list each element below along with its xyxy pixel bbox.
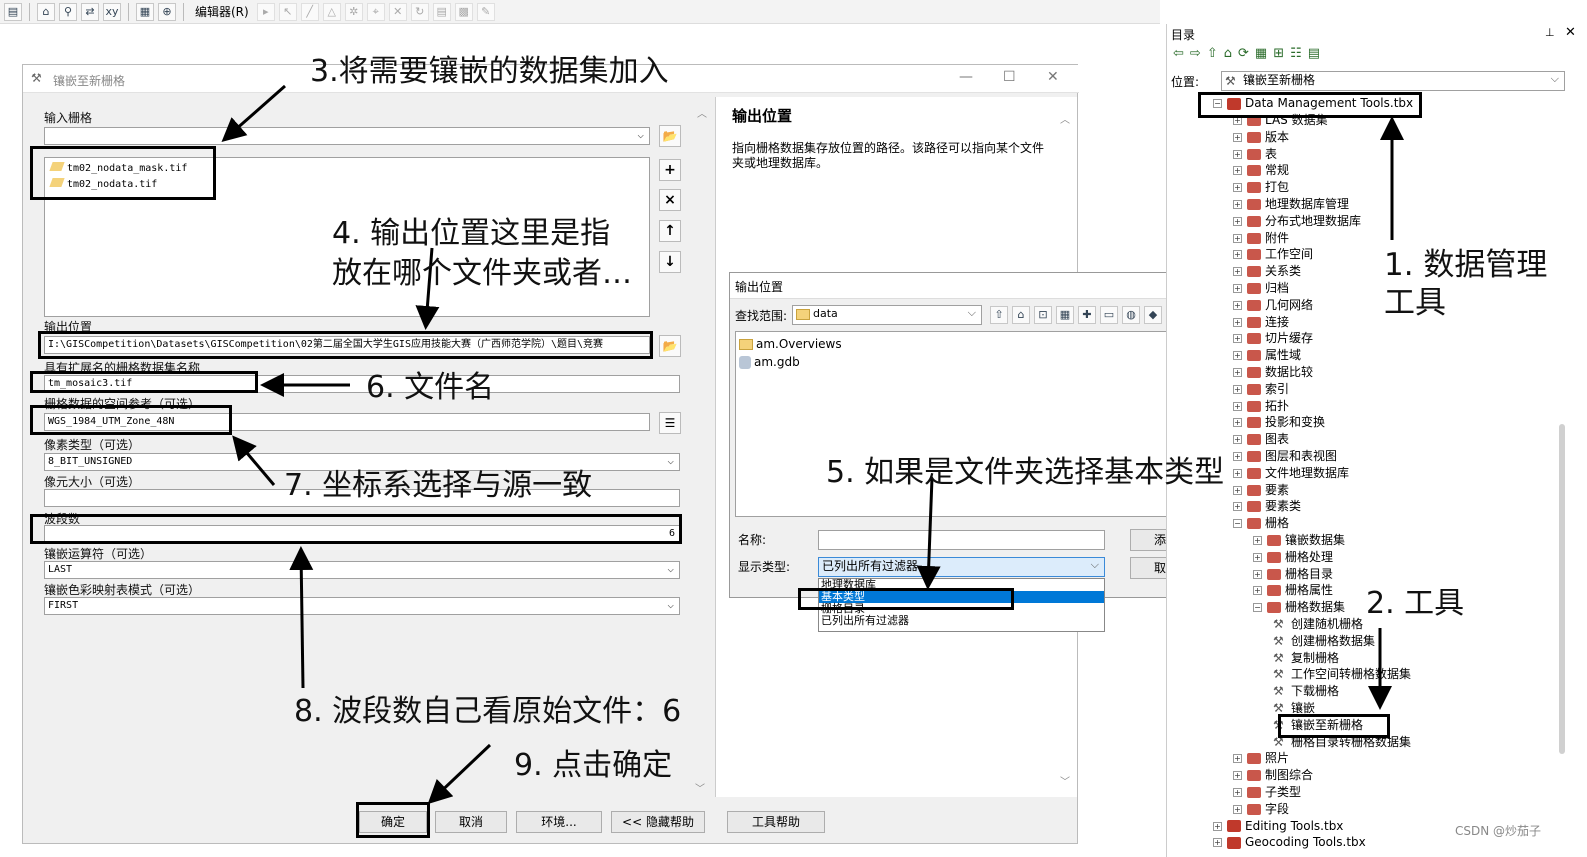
- annotation-1: 1. 数据管理 工具: [1384, 247, 1548, 321]
- annotation-2: 2. 工具: [1366, 586, 1465, 621]
- annotation-6: 6. 文件名: [366, 370, 495, 405]
- annotation-7: 7. 坐标系选择与源一致: [284, 468, 593, 503]
- annotation-8: 8. 波段数自己看原始文件：6: [294, 694, 682, 729]
- arrow-3: [221, 84, 286, 142]
- annotation-5: 5. 如果是文件夹选择基本类型: [826, 455, 1225, 490]
- annotation-9: 9. 点击确定: [514, 748, 673, 783]
- annotation-arrows: [221, 84, 1404, 805]
- arrow-7: [232, 435, 276, 486]
- annotation-3: 3.将需要镶嵌的数据集加入: [310, 54, 669, 89]
- arrow-5: [916, 477, 941, 590]
- annotation-4: 4. 输出位置这里是指 放在哪个文件夹或者…: [332, 216, 632, 291]
- arrow-8: [289, 546, 314, 689]
- arrow-9: [427, 743, 492, 805]
